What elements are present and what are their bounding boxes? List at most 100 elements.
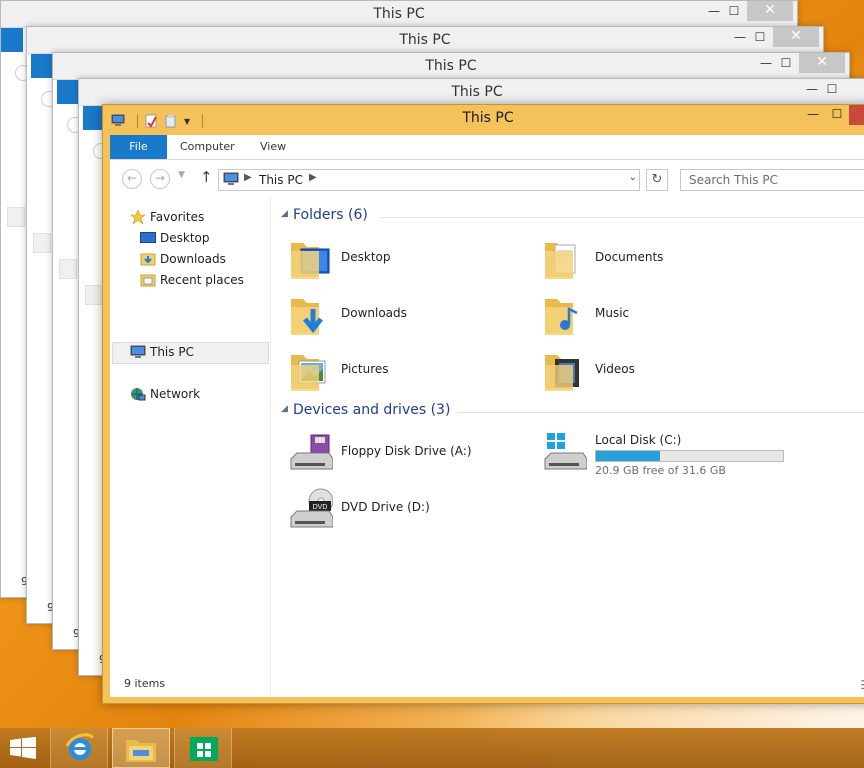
breadcrumb-chevron-icon[interactable]: ▶: [309, 172, 317, 183]
local-disk-icon: [544, 433, 587, 470]
folder-tile-videos[interactable]: Videos: [543, 347, 783, 397]
maximize-button[interactable]: ☐: [825, 107, 849, 121]
group-divider: [457, 412, 864, 413]
nav-pane-scroll: [85, 285, 103, 305]
folders-group-header[interactable]: ◢ Folders (6): [281, 207, 864, 227]
file-tab[interactable]: [31, 54, 53, 78]
title-bar[interactable]: This PC — ☐ ✕: [27, 27, 823, 54]
desktop-icon: [140, 232, 156, 243]
window-title: This PC: [399, 32, 451, 48]
folder-tile-documents[interactable]: Documents: [543, 235, 783, 285]
up-arrow-icon: ↑: [200, 168, 213, 186]
minimize-button[interactable]: —: [801, 107, 825, 121]
drive-tile-dvd[interactable]: DVD DVD Drive (D:): [289, 485, 529, 535]
close-button[interactable]: [849, 105, 864, 125]
devices-group-label: Devices and drives (3): [293, 402, 451, 418]
desktop-folder-icon: [291, 243, 330, 279]
forward-arrow-icon: →: [154, 171, 166, 185]
folder-tile-pictures[interactable]: Pictures: [289, 347, 529, 397]
nav-pane-scroll: [7, 207, 25, 227]
status-bar-items: 9 items: [124, 677, 166, 690]
details-view-icon[interactable]: ☷: [860, 678, 864, 692]
address-bar[interactable]: ▶ This PC ▶ ⌄: [218, 169, 640, 191]
devices-group-header[interactable]: ◢ Devices and drives (3): [281, 402, 864, 422]
drive-tile-local-disk[interactable]: Local Disk (C:) 20.9 GB free of 31.6 GB: [543, 429, 843, 479]
pictures-folder-icon: [291, 355, 326, 391]
window-title: This PC: [373, 6, 425, 22]
folders-group-label: Folders (6): [293, 207, 368, 223]
folder-tile-music[interactable]: Music: [543, 291, 783, 341]
star-icon: [130, 210, 146, 224]
navigation-pane: Favorites Desktop Downloads Recent place…: [110, 197, 271, 697]
nav-favorites-label: Favorites: [150, 210, 205, 224]
folder-label: Desktop: [341, 250, 391, 264]
nav-this-pc-label: This PC: [150, 345, 194, 359]
search-input[interactable]: Search This PC: [689, 173, 778, 187]
maximize-button[interactable]: ☐: [773, 53, 799, 73]
network-icon: [131, 388, 146, 401]
up-button[interactable]: ↑: [200, 168, 213, 186]
nav-network-label: Network: [150, 387, 201, 401]
windows-logo-icon: [10, 737, 36, 759]
forward-button[interactable]: →: [150, 169, 170, 189]
maximize-button[interactable]: ☐: [721, 1, 747, 21]
store-icon: [190, 737, 218, 761]
address-path[interactable]: This PC: [259, 173, 303, 187]
close-button[interactable]: ✕: [747, 1, 793, 21]
window-title: This PC: [451, 84, 503, 100]
search-box[interactable]: Search This PC ⌕: [680, 169, 864, 191]
disk-usage-fill: [596, 451, 660, 461]
music-folder-icon: [545, 299, 578, 335]
file-explorer-icon: [126, 740, 156, 762]
ribbon-tabs: File Computer View ⌄: [110, 135, 864, 160]
dvd-drive-icon: DVD: [290, 488, 333, 528]
back-button[interactable]: ←: [122, 169, 142, 189]
drive-label: Local Disk (C:): [595, 433, 682, 447]
folder-tile-downloads[interactable]: Downloads: [289, 291, 529, 341]
title-bar[interactable]: This PC — ☐: [79, 79, 864, 106]
file-explorer-button[interactable]: [112, 728, 170, 768]
close-button[interactable]: ✕: [799, 53, 845, 73]
window-title: This PC: [425, 58, 477, 74]
store-button[interactable]: [174, 728, 232, 768]
folder-label: Documents: [595, 250, 664, 264]
drive-tile-floppy[interactable]: Floppy Disk Drive (A:): [289, 429, 529, 479]
dvd-badge-text: DVD: [313, 504, 328, 511]
internet-explorer-button[interactable]: [50, 728, 108, 768]
breadcrumb-separator-icon[interactable]: ▶: [244, 172, 252, 183]
this-pc-icon: [223, 172, 239, 185]
floppy-drive-icon: [290, 434, 333, 470]
title-bar[interactable]: This PC — ☐ ✕: [1, 1, 797, 28]
explorer-body: File Computer View ⌄ ← → ▼ ↑ ▶ This PC ▶…: [110, 135, 864, 697]
nav-item-label: Recent places: [160, 273, 244, 287]
maximize-button[interactable]: ☐: [819, 79, 845, 99]
recent-locations-chevron-icon[interactable]: ▼: [178, 170, 185, 180]
disk-usage-bar: [595, 450, 784, 462]
back-arrow-icon: ←: [126, 171, 138, 185]
title-bar[interactable]: This PC — ☐ ✕: [53, 53, 849, 80]
close-button[interactable]: ✕: [773, 27, 819, 47]
videos-folder-icon: [545, 355, 579, 391]
address-dropdown-icon[interactable]: ⌄: [629, 172, 637, 183]
folder-tile-desktop[interactable]: Desktop: [289, 235, 529, 285]
nav-pane-scroll: [59, 259, 77, 279]
downloads-folder-icon: [140, 253, 156, 266]
tab-computer[interactable]: Computer: [180, 135, 235, 159]
refresh-button[interactable]: ↻: [646, 169, 668, 191]
group-divider: [381, 217, 864, 218]
file-tab[interactable]: [1, 28, 23, 52]
maximize-button[interactable]: ☐: [747, 27, 773, 47]
tab-file[interactable]: File: [110, 135, 167, 159]
drive-label: Floppy Disk Drive (A:): [341, 444, 472, 458]
collapse-group-icon[interactable]: ◢: [281, 209, 288, 219]
navigation-bar: ← → ▼ ↑ ▶ This PC ▶ ⌄ ↻ Search This PC ⌕: [110, 161, 864, 195]
start-button[interactable]: [0, 728, 46, 768]
nav-item-label: Downloads: [160, 252, 226, 266]
file-tab[interactable]: [57, 80, 79, 104]
nav-pane-scroll: [33, 233, 51, 253]
folder-label: Videos: [595, 362, 635, 376]
tab-view[interactable]: View: [260, 135, 286, 159]
recent-places-icon: [140, 274, 156, 287]
file-explorer-window[interactable]: ▼ This PC — ☐ File Computer View ⌄ ← → ▼…: [102, 104, 864, 704]
collapse-group-icon[interactable]: ◢: [281, 404, 288, 414]
